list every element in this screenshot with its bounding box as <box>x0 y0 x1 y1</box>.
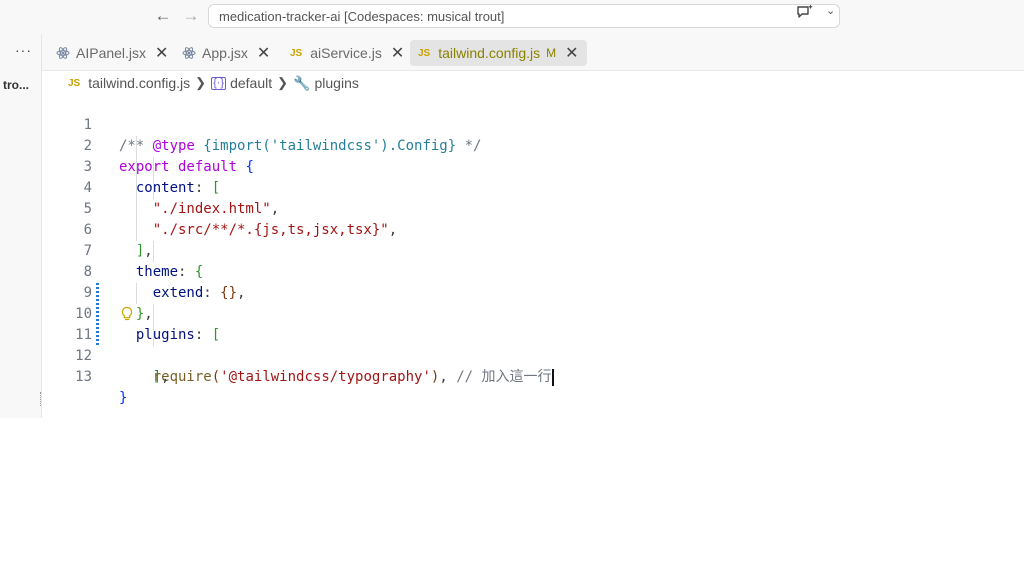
tab-label: aiService.js <box>310 45 382 61</box>
code-line: 9 }, <box>42 262 1024 322</box>
tab-label: App.jsx <box>202 45 248 61</box>
code-token: } <box>119 390 128 406</box>
symbol-variable-icon: {·} <box>211 76 227 90</box>
code-line: 5 "./src/**/*.{js,ts,jsx,tsx}", <box>42 178 1024 238</box>
command-center-text: medication-tracker-ai [Codespaces: music… <box>219 9 505 24</box>
code-line: 4 "./index.html", <box>42 157 1024 217</box>
chevron-right-icon: ❯ <box>277 75 289 90</box>
editor-tabs: AIPanel.jsx ✕ App.jsx ✕ JS aiService.js … <box>42 34 1024 71</box>
code-comment: // 加入這一行 <box>456 369 552 385</box>
breadcrumb-method[interactable]: plugins <box>314 75 358 91</box>
code-token: , <box>439 369 457 385</box>
code-token: ] <box>152 369 162 385</box>
lightbulb-icon[interactable] <box>120 306 134 322</box>
breadcrumb-symbol[interactable]: default <box>230 75 272 91</box>
code-token: '@tailwindcss/typography' <box>220 369 431 385</box>
code-line: 7 theme: { <box>42 220 1024 280</box>
code-line: 6 ], <box>42 199 1024 259</box>
close-icon[interactable]: ✕ <box>257 43 270 63</box>
code-editor[interactable]: 1 /** @type {import('tailwindcss').Confi… <box>42 94 1024 418</box>
code-token: ( <box>211 369 221 385</box>
js-icon: JS <box>418 47 431 59</box>
title-bar: ← → medication-tracker-ai [Codespaces: m… <box>0 0 1024 34</box>
close-icon[interactable]: ✕ <box>565 43 578 63</box>
close-icon[interactable]: ✕ <box>391 43 404 63</box>
code-line: 8 extend: {}, <box>42 241 1024 301</box>
modified-indicator: M <box>546 46 557 60</box>
tab-label: AIPanel.jsx <box>76 45 147 61</box>
sidebar: ··· tro... <box>0 34 42 418</box>
more-actions-icon[interactable]: ··· <box>15 42 32 58</box>
react-icon <box>56 47 70 59</box>
sidebar-title[interactable]: tro... <box>3 78 29 92</box>
code-line: 11 require('@tailwindcss/typography'), /… <box>42 304 1024 386</box>
chevron-down-icon[interactable]: ⌄ <box>826 4 835 17</box>
code-line: 3 content: [ <box>42 136 1024 196</box>
arrow-left-icon[interactable]: ← <box>154 7 172 25</box>
arrow-right-icon[interactable]: → <box>182 7 200 25</box>
wrench-icon: 🔧 <box>293 74 311 91</box>
tab-label: tailwind.config.js <box>438 45 541 61</box>
js-icon: JS <box>290 47 303 59</box>
code-line: 1 /** @type {import('tailwindcss').Confi… <box>42 94 1024 154</box>
code-line: 13 } <box>42 346 1024 406</box>
react-icon <box>182 47 196 59</box>
tab-tailwind-config[interactable]: JS tailwind.config.js M ✕ <box>410 40 587 66</box>
breadcrumb: JS tailwind.config.js ❯ {·} default ❯ 🔧 … <box>68 74 359 92</box>
code-token: , <box>161 369 170 385</box>
code-line: 2 export default { <box>42 115 1024 175</box>
text-cursor <box>552 368 555 386</box>
copilot-chat-icon[interactable] <box>796 3 814 21</box>
tab-aiservice[interactable]: JS aiService.js ✕ <box>290 40 404 66</box>
code-line: 10 plugins: [ <box>42 283 1024 343</box>
code-line: 12 ], <box>42 325 1024 385</box>
tab-app[interactable]: App.jsx ✕ <box>182 40 270 66</box>
close-icon[interactable]: ✕ <box>155 43 168 63</box>
command-center[interactable]: medication-tracker-ai [Codespaces: music… <box>208 4 840 28</box>
js-icon: JS <box>68 77 81 89</box>
breadcrumb-file[interactable]: tailwind.config.js <box>88 75 190 91</box>
chevron-right-icon: ❯ <box>195 75 207 90</box>
tab-aipanel[interactable]: AIPanel.jsx ✕ <box>56 40 168 66</box>
line-number: 13 <box>75 369 92 385</box>
copilot-menu[interactable]: ⌄ <box>796 4 842 20</box>
